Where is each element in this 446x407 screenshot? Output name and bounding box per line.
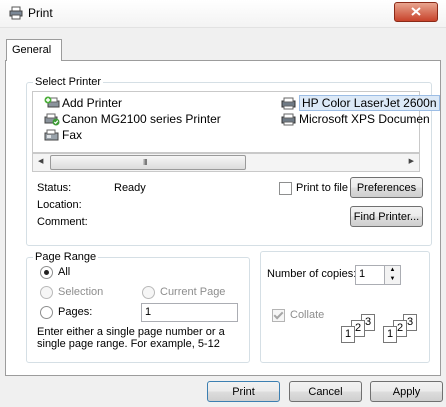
comment-label: Comment: bbox=[37, 216, 88, 228]
printer-name: Microsoft XPS Documen bbox=[299, 112, 430, 126]
current-page-label: Current Page bbox=[160, 286, 226, 298]
current-page-radio[interactable] bbox=[142, 286, 155, 299]
all-radio[interactable] bbox=[40, 266, 53, 279]
pages-input[interactable]: 1 bbox=[141, 303, 238, 322]
scrollbar-grip: III bbox=[143, 158, 148, 167]
printer-icon bbox=[9, 6, 23, 20]
title-bar: Print bbox=[0, 0, 446, 28]
add-printer-icon bbox=[44, 96, 60, 110]
scroll-right-arrow-icon[interactable]: ▶ bbox=[409, 157, 414, 165]
print-to-file-checkbox[interactable] bbox=[279, 182, 292, 195]
selection-label: Selection bbox=[58, 286, 104, 298]
close-icon bbox=[411, 7, 421, 16]
print-button[interactable]: Print bbox=[207, 381, 280, 402]
collate-label: Collate bbox=[290, 309, 325, 321]
all-label: All bbox=[58, 266, 71, 278]
pages-label: Pages: bbox=[58, 306, 93, 318]
page-range-hint: Enter either a single page number or a s… bbox=[37, 326, 225, 350]
location-label: Location: bbox=[37, 199, 82, 211]
close-button[interactable] bbox=[394, 2, 438, 22]
pages-input-value: 1 bbox=[145, 306, 152, 318]
apply-button[interactable]: Apply bbox=[370, 381, 443, 402]
find-printer-button[interactable]: Find Printer... bbox=[350, 206, 423, 227]
status-value: Ready bbox=[114, 182, 146, 194]
select-printer-legend: Select Printer bbox=[35, 76, 102, 88]
printer-list-scrollbar[interactable]: ◀ III ▶ bbox=[32, 153, 420, 172]
print-to-file-label: Print to file bbox=[296, 182, 348, 194]
pages-radio[interactable] bbox=[40, 306, 53, 319]
tab-general[interactable]: General bbox=[6, 39, 62, 61]
printer-name: Canon MG2100 series Printer bbox=[62, 112, 221, 126]
fax-icon bbox=[44, 128, 60, 142]
printer-name: Fax bbox=[62, 128, 83, 142]
number-of-copies-input[interactable]: 1 ▲ ▼ bbox=[355, 265, 401, 285]
collate-page-1: 1 bbox=[341, 326, 355, 343]
printer-name: Add Printer bbox=[62, 96, 123, 110]
printer-list[interactable]: Add Printer Canon MG2100 series Printer … bbox=[32, 91, 440, 153]
page-range-legend: Page Range bbox=[35, 251, 97, 263]
printer-icon bbox=[281, 112, 297, 126]
number-of-copies-label: Number of copies: bbox=[267, 268, 357, 280]
printer-name: HP Color LaserJet 2600n bbox=[299, 95, 440, 111]
scroll-left-arrow-icon[interactable]: ◀ bbox=[38, 157, 43, 165]
collate-page-1: 1 bbox=[383, 326, 397, 343]
preferences-button[interactable]: Preferences bbox=[350, 177, 423, 198]
collate-checkbox[interactable] bbox=[272, 309, 285, 322]
printer-icon bbox=[281, 96, 297, 110]
spin-down-icon[interactable]: ▼ bbox=[384, 275, 400, 284]
printer-default-icon bbox=[44, 112, 60, 126]
cancel-button[interactable]: Cancel bbox=[289, 381, 362, 402]
status-label: Status: bbox=[37, 182, 72, 194]
selection-radio[interactable] bbox=[40, 286, 53, 299]
window-title: Print bbox=[28, 6, 53, 20]
tab-general-label: General bbox=[12, 44, 52, 56]
scrollbar-thumb[interactable]: III bbox=[50, 155, 246, 170]
number-of-copies-value: 1 bbox=[359, 268, 366, 280]
